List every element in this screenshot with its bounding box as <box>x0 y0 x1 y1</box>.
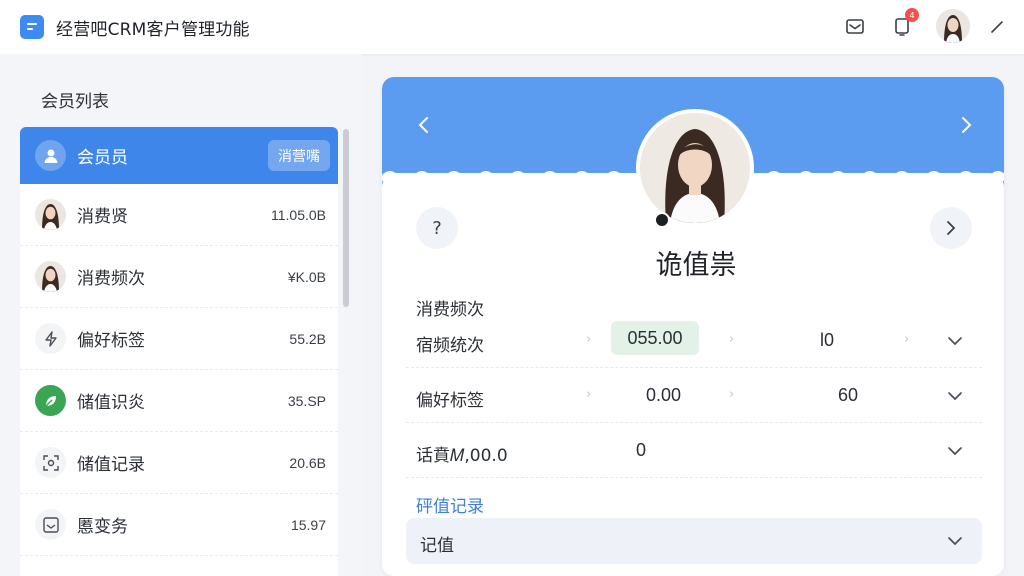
list-item-value: 35.SP <box>287 392 326 409</box>
list-item[interactable]: 慝变务 15.97 <box>20 494 338 556</box>
separator: › <box>586 332 592 347</box>
section-label: 砰值记录 <box>416 497 484 517</box>
member-list: 会员员 消营嘴 消费贤 11.05.0B 消费频次 ¥K.0B 偏好标签 55.… <box>20 127 338 576</box>
list-item-chip[interactable]: 消营嘴 <box>268 140 330 171</box>
field-row[interactable]: 偏好标签 › 0.00 › 60 <box>406 369 982 423</box>
list-item[interactable]: 储值记录 20.6B <box>20 432 338 494</box>
record-select[interactable]: 记值 <box>406 518 982 564</box>
avatar[interactable] <box>936 9 970 43</box>
field-value[interactable]: 0.00 <box>646 385 681 406</box>
field-label: 宿频统次 <box>416 336 484 356</box>
list-item[interactable]: 消费频次 ¥K.0B <box>20 246 338 308</box>
field-value[interactable]: 055.00 <box>611 321 699 355</box>
top-bar: 经营吧CRM客户管理功能 4 <box>0 0 1024 54</box>
select-value: 记值 <box>420 536 454 556</box>
list-item-value: 15.97 <box>290 516 326 533</box>
notification-badge: 4 <box>905 8 919 22</box>
list-item-value: ¥K.0B <box>287 268 326 285</box>
sidebar: 会员列表 会员员 消营嘴 消费贤 11.05.0B 消费频次 ¥K.0B 偏好标… <box>0 54 362 576</box>
chevron-right-icon <box>947 221 956 235</box>
profile-name: 诡值祟 <box>655 250 737 281</box>
field-label: 话賁𝑀,00.0 <box>416 446 508 466</box>
field-row[interactable]: 话賁𝑀,00.0 0 <box>406 424 982 478</box>
field-row[interactable]: 宿频统次 › 055.00 › l0 › <box>406 314 982 368</box>
user-icon <box>35 140 66 171</box>
status-dot <box>654 212 670 228</box>
list-item-value: 11.05.0B <box>270 206 326 223</box>
scan-icon <box>35 447 66 478</box>
separator: › <box>904 332 910 347</box>
list-item-value: 55.2B <box>289 330 326 347</box>
list-item-label: 储值识炎 <box>77 393 145 413</box>
logo-icon[interactable] <box>20 15 44 39</box>
profile-photo <box>636 109 754 227</box>
notification-icon[interactable]: 4 <box>889 8 919 40</box>
list-item[interactable]: 消费贤 11.05.0B <box>20 184 338 246</box>
list-item-label: 偏好标签 <box>77 331 145 351</box>
separator: › <box>729 332 735 347</box>
separator: › <box>586 387 592 402</box>
sidebar-scrollbar[interactable] <box>343 129 349 307</box>
list-item-active[interactable]: 会员员 消营嘴 <box>20 127 338 184</box>
chevron-down-icon[interactable] <box>946 532 964 550</box>
message-icon[interactable] <box>842 14 868 40</box>
field-value[interactable]: l0 <box>820 330 834 351</box>
avatar <box>35 199 66 230</box>
list-item-label: 储值记录 <box>77 455 145 475</box>
field-label: 偏好标签 <box>416 391 484 411</box>
list-item-label: 慝变务 <box>77 517 128 537</box>
list-item[interactable]: 储值识炎 35.SP <box>20 370 338 432</box>
prev-arrow-icon[interactable] <box>412 113 436 137</box>
list-item[interactable]: 偏好标签 55.2B <box>20 308 338 370</box>
field-value[interactable]: 60 <box>838 385 858 406</box>
app-title: 经营吧CRM客户管理功能 <box>56 20 250 40</box>
next-arrow-icon[interactable] <box>954 113 978 137</box>
field-value[interactable]: 0 <box>636 440 646 461</box>
list-item-label: 会员员 <box>77 148 128 168</box>
list-item-label: 消费贤 <box>77 207 128 227</box>
chevron-down-icon[interactable] <box>946 442 964 460</box>
help-icon: ? <box>432 217 442 239</box>
edit-icon[interactable] <box>984 14 1010 40</box>
inbox-icon <box>35 509 66 540</box>
leaf-icon <box>35 385 66 416</box>
member-detail-card: ? 诡值祟 消费频次 宿频统次 › 055.00 › l0 › 偏好标签 › 0… <box>382 77 1004 576</box>
separator: › <box>729 387 735 402</box>
avatar <box>35 261 66 292</box>
sidebar-title: 会员列表 <box>41 92 109 112</box>
list-item-label: 消费频次 <box>77 269 145 289</box>
chevron-down-icon[interactable] <box>946 332 964 350</box>
chevron-down-icon[interactable] <box>946 387 964 405</box>
lightning-icon <box>35 323 66 354</box>
list-item-value: 20.6B <box>289 454 326 471</box>
